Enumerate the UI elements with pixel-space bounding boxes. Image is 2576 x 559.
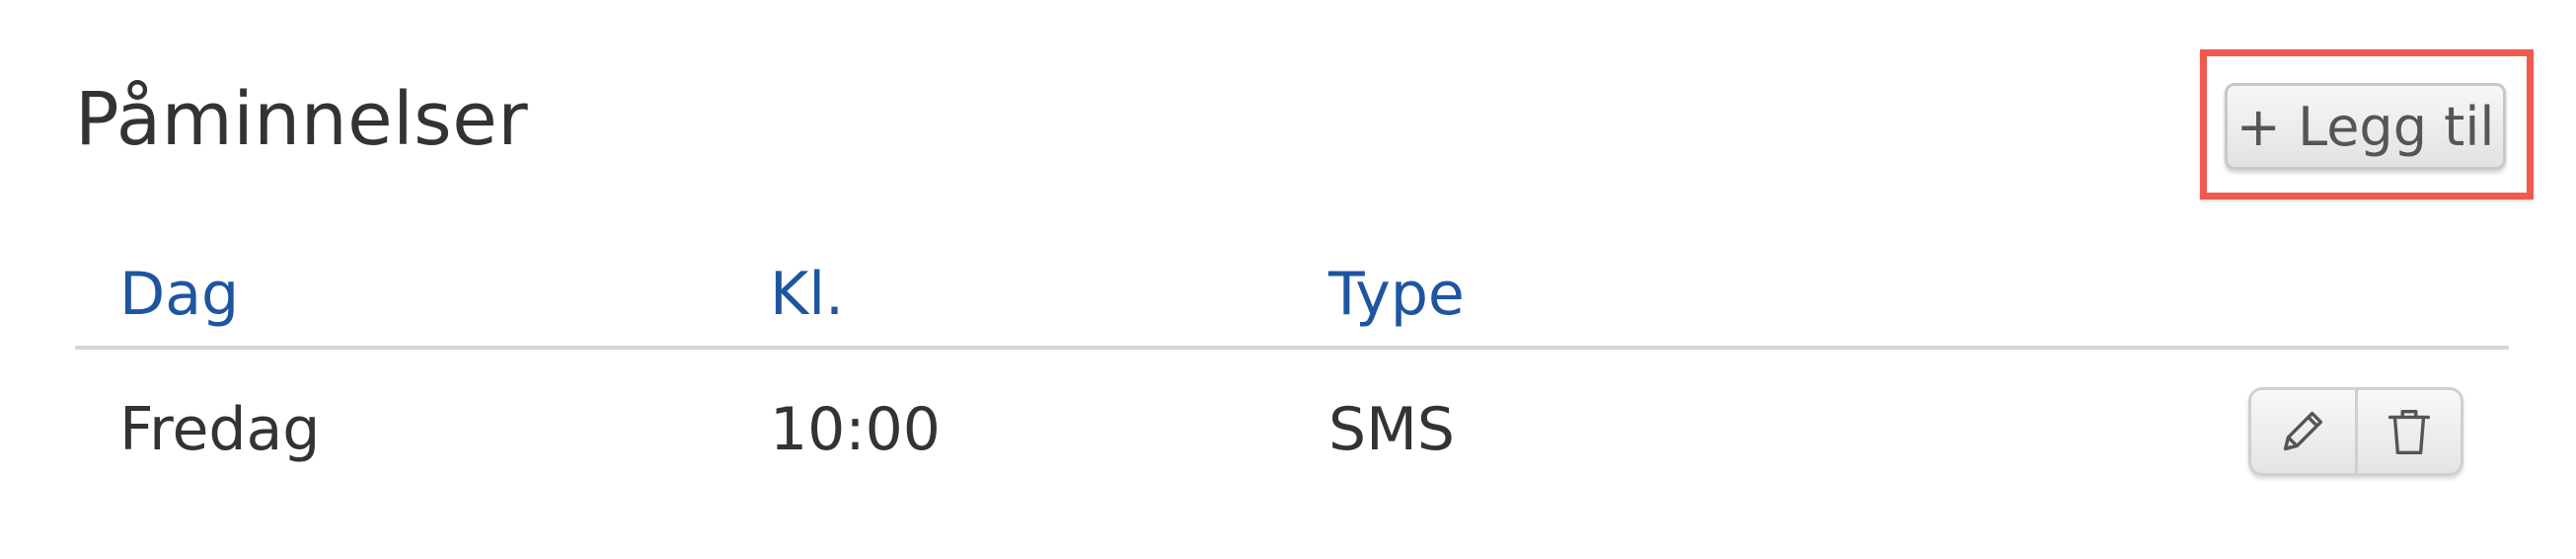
header-divider bbox=[75, 346, 2509, 350]
add-reminder-button[interactable]: + Legg til bbox=[2225, 83, 2506, 170]
column-header-type[interactable]: Type bbox=[1328, 255, 1465, 334]
trash-icon bbox=[2387, 409, 2430, 455]
pencil-icon bbox=[2284, 411, 2323, 451]
page-title: Påminnelser bbox=[75, 77, 529, 162]
column-header-day[interactable]: Dag bbox=[119, 255, 239, 334]
cell-time: 10:00 bbox=[770, 395, 941, 464]
delete-button[interactable] bbox=[2354, 390, 2462, 473]
cell-day: Fredag bbox=[119, 395, 321, 464]
row-actions bbox=[2248, 387, 2463, 476]
column-header-time[interactable]: Kl. bbox=[770, 255, 844, 334]
cell-type: SMS bbox=[1328, 395, 1455, 464]
edit-button[interactable] bbox=[2251, 390, 2355, 473]
